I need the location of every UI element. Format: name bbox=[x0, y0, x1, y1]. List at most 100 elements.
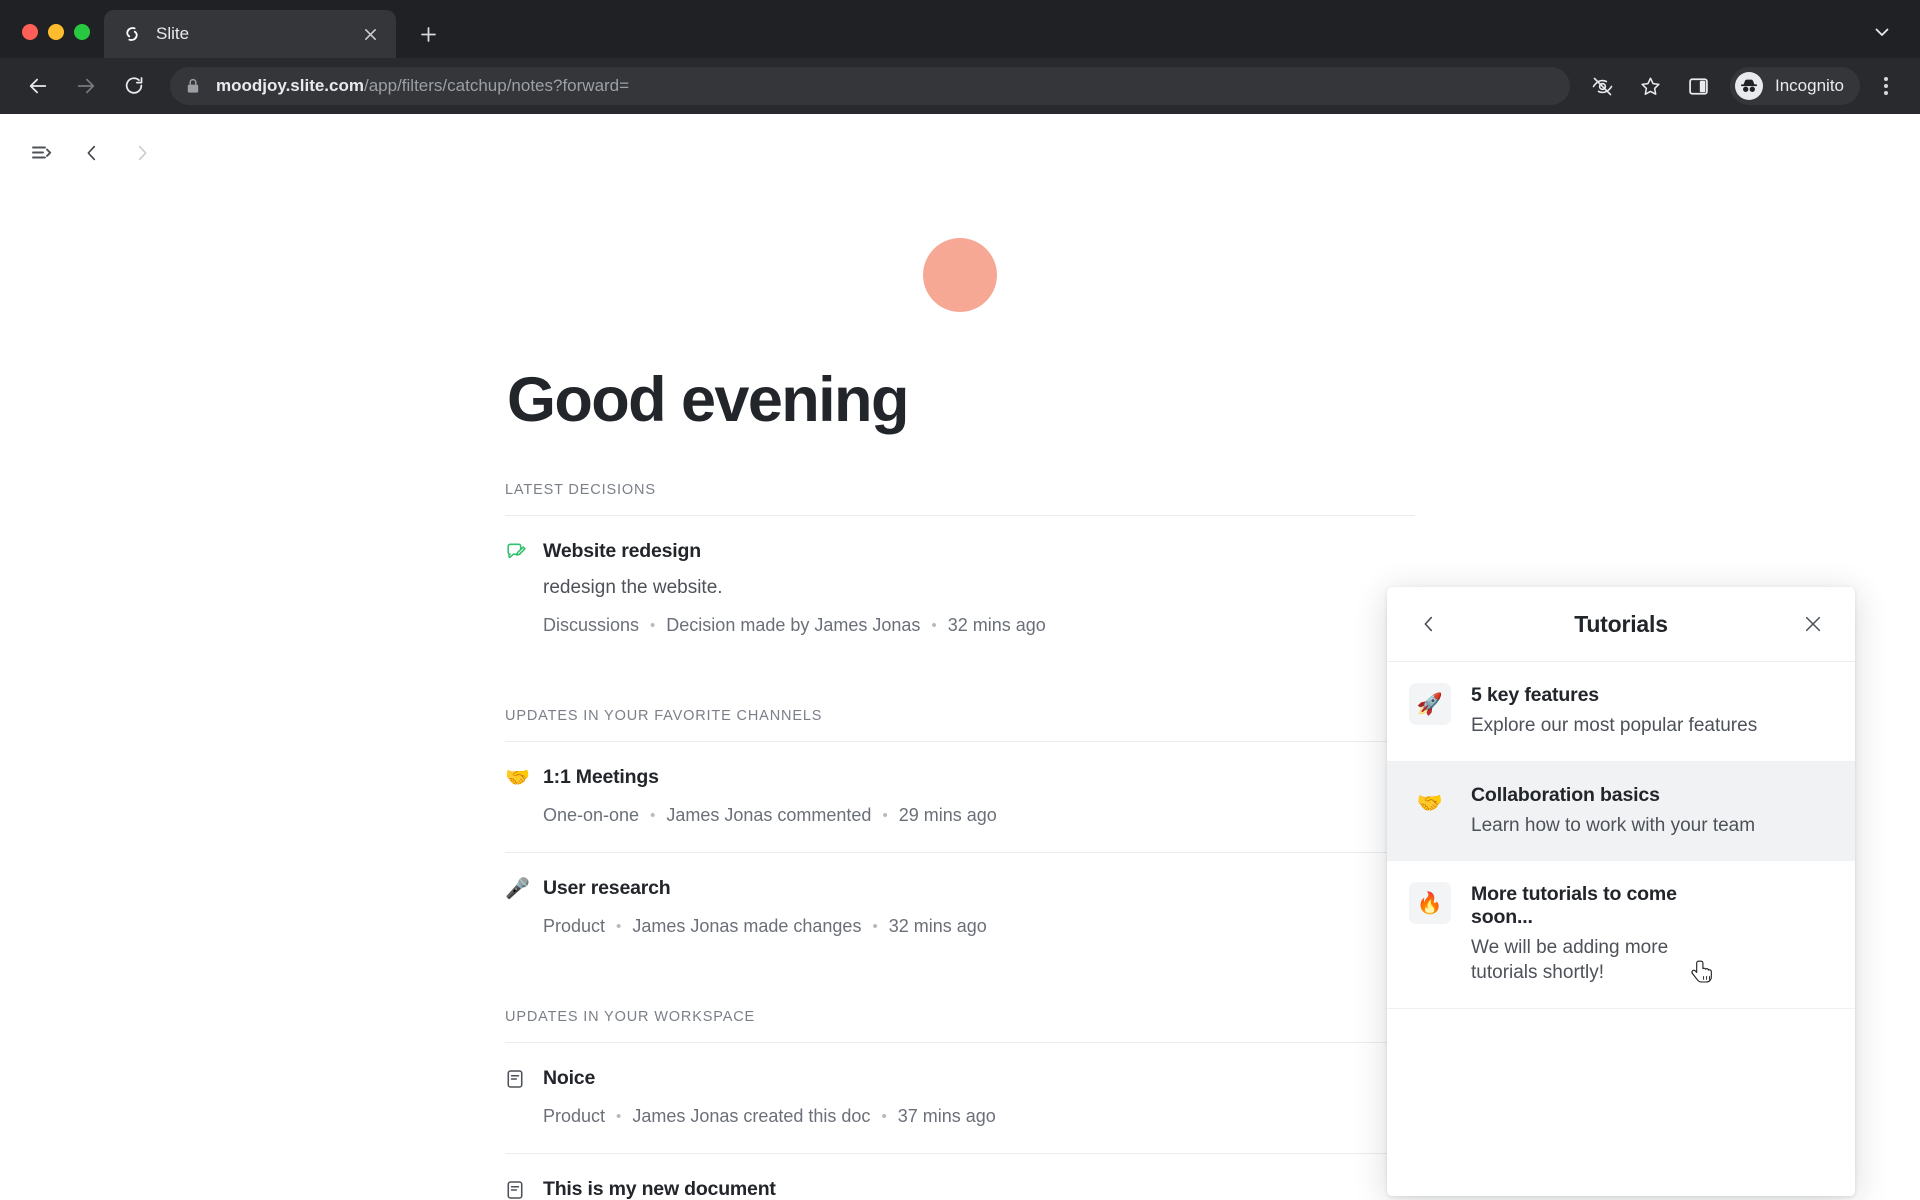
star-icon[interactable] bbox=[1629, 65, 1671, 107]
list-item-meta: Discussions • Decision made by James Jon… bbox=[543, 615, 1415, 636]
tutorials-panel-header: Tutorials bbox=[1387, 587, 1855, 662]
close-icon[interactable] bbox=[356, 20, 384, 48]
decision-bubble-icon bbox=[505, 541, 535, 563]
meta-separator: • bbox=[931, 617, 937, 634]
list-item[interactable]: Noice Product • James Jonas created this… bbox=[505, 1043, 1415, 1154]
window-close-button[interactable] bbox=[22, 24, 38, 40]
list-item-meta: One-on-one • James Jonas commented • 29 … bbox=[543, 805, 1415, 826]
arrow-right-icon[interactable] bbox=[65, 65, 107, 107]
kebab-menu-icon[interactable] bbox=[1866, 66, 1906, 106]
meta-separator: • bbox=[881, 1108, 887, 1125]
list-item-action: James Jonas created this doc bbox=[632, 1106, 871, 1126]
meta-separator: • bbox=[616, 1108, 622, 1125]
eye-slash-icon[interactable] bbox=[1581, 65, 1623, 107]
list-item-title: Noice bbox=[543, 1067, 596, 1089]
list-item-description: redesign the website. bbox=[543, 577, 723, 598]
list-item-action: Decision made by James Jonas bbox=[666, 615, 921, 635]
reload-icon[interactable] bbox=[113, 65, 155, 107]
microphone-emoji-icon: 🎤 bbox=[505, 877, 530, 900]
incognito-icon bbox=[1735, 72, 1763, 100]
tutorials-panel: Tutorials 🚀 5 key features Explore our m… bbox=[1387, 587, 1855, 1196]
meta-separator: • bbox=[872, 918, 878, 935]
url-host: moodjoy.slite.com bbox=[216, 76, 364, 95]
handshake-emoji-icon: 🤝 bbox=[1416, 792, 1444, 816]
section-title: UPDATES IN YOUR WORKSPACE bbox=[505, 1009, 1415, 1043]
browser-window: Slite moodjoy.slite.com/app/filters/catc… bbox=[0, 0, 1920, 1200]
browser-toolbar: moodjoy.slite.com/app/filters/catchup/no… bbox=[0, 58, 1920, 114]
tutorial-item-collaboration-basics[interactable]: 🤝 Collaboration basics Learn how to work… bbox=[1387, 761, 1855, 862]
address-bar-url: moodjoy.slite.com/app/filters/catchup/no… bbox=[216, 76, 629, 96]
list-item[interactable]: Website redesign redesign the website. D… bbox=[505, 516, 1415, 662]
close-icon[interactable] bbox=[1793, 604, 1833, 644]
browser-tabstrip: Slite bbox=[0, 0, 1920, 58]
section-workspace-updates: UPDATES IN YOUR WORKSPACE Noice Product … bbox=[505, 1009, 1415, 1200]
window-maximize-button[interactable] bbox=[74, 24, 90, 40]
list-item-head: 🤝 1:1 Meetings bbox=[505, 766, 1415, 789]
list-item-action: James Jonas commented bbox=[666, 805, 872, 825]
address-bar[interactable]: moodjoy.slite.com/app/filters/catchup/no… bbox=[170, 67, 1570, 105]
tutorial-item-title: More tutorials to come soon... bbox=[1471, 883, 1677, 929]
chevron-left-icon[interactable] bbox=[70, 131, 114, 175]
lock-icon bbox=[186, 78, 202, 94]
document-icon bbox=[505, 1180, 535, 1200]
list-item[interactable]: 🎤 User research Product • James Jonas ma… bbox=[505, 853, 1415, 963]
list-item-action: James Jonas made changes bbox=[632, 916, 862, 936]
profile-incognito-pill[interactable]: Incognito bbox=[1730, 67, 1860, 105]
tutorial-item-body: Collaboration basics Learn how to work w… bbox=[1471, 783, 1755, 839]
section-title: UPDATES IN YOUR FAVORITE CHANNELS bbox=[505, 708, 1415, 742]
window-traffic-lights bbox=[0, 24, 104, 58]
tutorial-item-subtitle: Learn how to work with your team bbox=[1471, 814, 1756, 836]
page-title: Good evening bbox=[507, 365, 909, 435]
window-minimize-button[interactable] bbox=[48, 24, 64, 40]
tutorial-item-title: Collaboration basics bbox=[1471, 783, 1660, 806]
tutorial-item-5-key-features[interactable]: 🚀 5 key features Explore our most popula… bbox=[1387, 662, 1855, 762]
plus-icon[interactable] bbox=[406, 12, 450, 56]
list-item[interactable]: This is my new document bbox=[505, 1154, 1415, 1200]
chevron-right-icon[interactable] bbox=[120, 131, 164, 175]
fire-emoji-icon: 🔥 bbox=[1409, 882, 1451, 925]
tutorial-item-body: More tutorials to come soon... We will b… bbox=[1471, 882, 1731, 985]
list-item-meta: Product • James Jonas created this doc •… bbox=[543, 1106, 1415, 1127]
arrow-left-icon[interactable] bbox=[17, 65, 59, 107]
meta-separator: • bbox=[650, 617, 656, 634]
profile-label: Incognito bbox=[1775, 76, 1844, 95]
list-item-time: 32 mins ago bbox=[888, 916, 987, 936]
list-item-channel: One-on-one bbox=[543, 805, 640, 825]
document-icon bbox=[505, 1069, 535, 1089]
handshake-emoji-icon: 🤝 bbox=[505, 766, 530, 789]
toolbar-right-actions: Incognito bbox=[1578, 65, 1906, 107]
browser-tab-slite[interactable]: Slite bbox=[104, 10, 396, 58]
browser-tab-title: Slite bbox=[156, 24, 190, 43]
list-item-meta: Product • James Jonas made changes • 32 … bbox=[543, 916, 1415, 937]
slite-logo-icon bbox=[122, 24, 142, 44]
url-path: /app/filters/catchup/notes?forward= bbox=[364, 76, 630, 95]
list-item-head: This is my new document bbox=[505, 1178, 1415, 1200]
list-item-head: Website redesign bbox=[505, 540, 1415, 563]
sidebar-expand-icon[interactable] bbox=[20, 131, 64, 175]
list-item-time: 32 mins ago bbox=[947, 615, 1046, 635]
section-latest-decisions: LATEST DECISIONS Website redesign redesi… bbox=[505, 482, 1415, 662]
list-item-head: Noice bbox=[505, 1067, 1415, 1090]
catchup-content: Good evening LATEST DECISIONS Website re… bbox=[505, 238, 1415, 1200]
list-item-channel: Discussions bbox=[543, 615, 640, 635]
list-item-time: 29 mins ago bbox=[898, 805, 997, 825]
section-title: LATEST DECISIONS bbox=[505, 482, 1415, 516]
app-topbar bbox=[0, 114, 1920, 192]
rocket-emoji-icon: 🚀 bbox=[1409, 683, 1451, 725]
tutorial-item-subtitle: We will be adding more tutorials shortly… bbox=[1471, 937, 1669, 984]
page-viewport: Good evening LATEST DECISIONS Website re… bbox=[0, 114, 1920, 1200]
side-panel-icon[interactable] bbox=[1677, 65, 1719, 107]
list-item-channel: Product bbox=[543, 1106, 606, 1126]
chevron-down-icon[interactable] bbox=[1860, 10, 1904, 54]
tutorial-item-more-tutorials[interactable]: 🔥 More tutorials to come soon... We will… bbox=[1387, 861, 1855, 1009]
tutorial-item-subtitle: Explore our most popular features bbox=[1471, 715, 1758, 736]
tutorial-item-title: 5 key features bbox=[1471, 684, 1599, 706]
section-favorite-channels: UPDATES IN YOUR FAVORITE CHANNELS 🤝 1:1 … bbox=[505, 708, 1415, 963]
avatar[interactable] bbox=[923, 238, 997, 312]
tutorials-panel-title: Tutorials bbox=[1574, 610, 1668, 637]
list-item[interactable]: 🤝 1:1 Meetings One-on-one • James Jonas … bbox=[505, 742, 1415, 853]
meta-separator: • bbox=[882, 807, 888, 824]
chevron-left-icon[interactable] bbox=[1409, 604, 1449, 644]
list-item-title: User research bbox=[543, 877, 671, 899]
meta-separator: • bbox=[616, 918, 622, 935]
